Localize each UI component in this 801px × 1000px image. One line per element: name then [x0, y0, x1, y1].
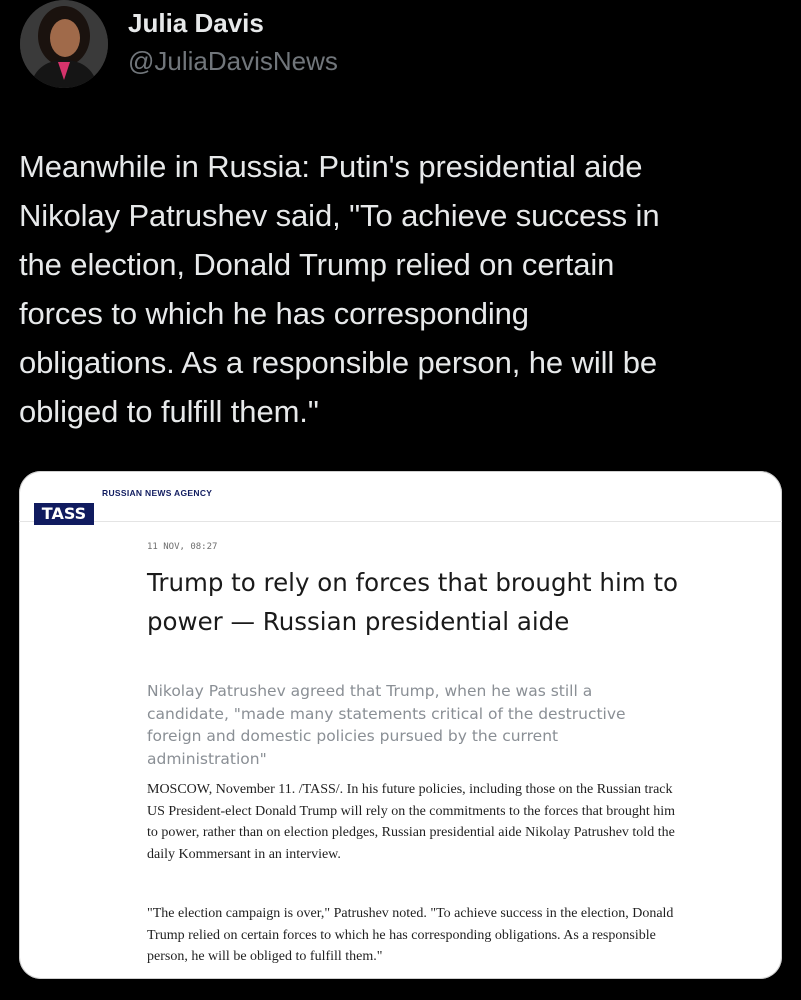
author-handle[interactable]: @JuliaDavisNews [128, 46, 338, 77]
agency-label: RUSSIAN NEWS AGENCY [102, 488, 213, 498]
card-header: TASS RUSSIAN NEWS AGENCY [19, 471, 782, 525]
author-avatar[interactable] [20, 0, 108, 88]
article-paragraph: MOSCOW, November 11. /TASS/. In his futu… [147, 782, 676, 862]
author-name[interactable]: Julia Davis [128, 8, 264, 39]
article-lead: Nikolay Patrushev agreed that Trump, whe… [147, 682, 626, 768]
article-paragraph: "The election campaign is over," Patrush… [147, 906, 674, 964]
article-dateline: 11 NOV, 08:27 [147, 542, 218, 552]
link-preview-card[interactable]: TASS RUSSIAN NEWS AGENCY 11 NOV, 08:27 T… [19, 471, 782, 979]
tass-logo: TASS [34, 503, 94, 525]
article-headline: Trump to rely on forces that brought him… [147, 568, 679, 636]
author-avatar-image [20, 0, 108, 88]
tweet-text: Meanwhile in Russia: Putin's presidentia… [19, 149, 660, 429]
